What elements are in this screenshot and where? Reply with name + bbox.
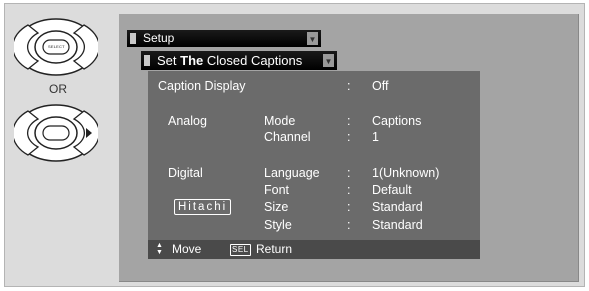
dropdown-arrow-icon: ▼: [323, 54, 334, 67]
or-label: OR: [49, 82, 67, 96]
mode-sep: :: [347, 114, 351, 128]
analog-label: Analog: [168, 114, 207, 128]
channel-label: Channel: [264, 130, 311, 144]
size-value[interactable]: Standard: [372, 200, 423, 214]
menu-marker-icon: [130, 33, 136, 44]
font-label: Font: [264, 183, 290, 197]
up-down-arrow-icon: ▲ ▼: [156, 242, 163, 256]
mode-label: Mode: [264, 114, 296, 128]
menu-marker-icon: [144, 55, 150, 66]
style-label: Style: [264, 218, 292, 232]
language-sep: :: [347, 166, 351, 180]
dropdown-arrow-icon: ▼: [307, 32, 318, 45]
digital-label: Digital: [168, 166, 203, 180]
setup-title: Setup: [143, 31, 175, 45]
closed-captions-title: Set The Closed Captions: [157, 53, 303, 68]
channel-value[interactable]: 1: [372, 130, 379, 144]
style-sep: :: [347, 218, 351, 232]
sel-key-icon: SEL: [230, 244, 251, 256]
caption-display-label: Caption Display: [158, 79, 246, 93]
hitachi-logo: Hitachi: [174, 199, 232, 215]
style-value[interactable]: Standard: [372, 218, 423, 232]
enter-button-icon: [14, 104, 98, 162]
language-value[interactable]: 1(Unknown): [372, 166, 439, 180]
mode-value[interactable]: Captions: [372, 114, 421, 128]
font-sep: :: [347, 183, 351, 197]
size-label: Size: [264, 200, 289, 214]
size-sep: :: [347, 200, 351, 214]
setup-menu-bar[interactable]: Setup ▼: [127, 30, 321, 47]
caption-display-value[interactable]: Off: [372, 79, 388, 93]
return-label: Return: [256, 242, 293, 256]
language-label: Language: [264, 166, 320, 180]
closed-captions-menu-bar[interactable]: Set The Closed Captions ▼: [141, 51, 337, 70]
caption-display-sep: :: [347, 79, 351, 93]
font-value[interactable]: Default: [372, 183, 412, 197]
remote-right-pad: [14, 103, 98, 163]
settings-panel: [148, 71, 480, 259]
channel-sep: :: [347, 130, 351, 144]
select-button-label: SELECT: [48, 44, 65, 49]
move-label: Move: [172, 242, 202, 256]
footer-bar: ▲ ▼ Move SEL Return: [148, 240, 480, 259]
